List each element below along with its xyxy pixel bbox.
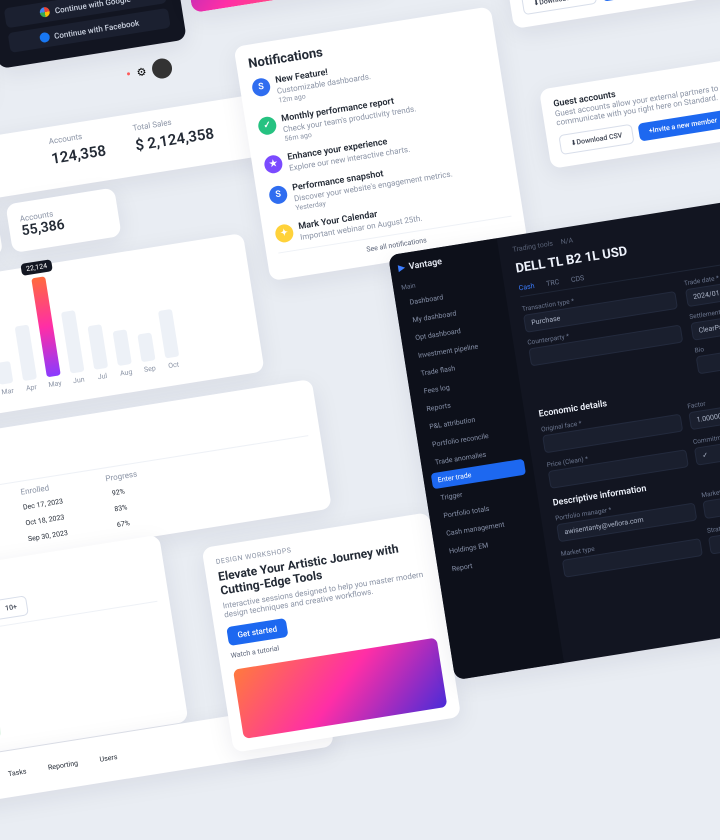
chart-bar	[113, 329, 132, 366]
tab-cash[interactable]: Cash	[518, 282, 535, 292]
chart-bar	[158, 309, 179, 359]
art-card: DESIGN WORKSHOPS Elevate Your Artistic J…	[202, 512, 462, 752]
google-icon	[39, 6, 50, 17]
chart-xlabel: Oct	[166, 360, 181, 370]
chart-xlabel: Jun	[71, 375, 86, 385]
chart-bar: 22,124	[31, 276, 60, 377]
invite-button[interactable]: + Invite a new member	[600, 0, 691, 2]
accounts-value: 124,358	[50, 141, 107, 167]
chart-bar	[61, 310, 85, 373]
alert-icon[interactable]: ●	[126, 70, 131, 79]
chart-bar	[15, 325, 37, 382]
chart-xlabel: Mar	[0, 387, 15, 397]
other-box: Accounts 55,386	[5, 187, 121, 253]
guest-card: Guest accounts Guest accounts allow your…	[539, 46, 720, 169]
avatar[interactable]	[151, 57, 174, 80]
load-box: System Load 14.4%	[0, 206, 3, 272]
chart-xlabel: Sep	[142, 364, 157, 374]
settings-card: Standard. ⚙Your settings General Members…	[491, 0, 720, 29]
chart-tooltip: 22,124	[20, 259, 53, 276]
chart-bar	[87, 324, 108, 370]
tab-reporting[interactable]: Reporting	[47, 759, 78, 772]
chart-xlabel: Apr	[24, 383, 39, 393]
tab-tasks[interactable]: Tasks	[8, 767, 27, 778]
hero-card: Symbols. The easiest way to build your o…	[171, 0, 390, 13]
tab-cds[interactable]: CDS	[570, 274, 584, 284]
art-cta[interactable]: Get started	[226, 618, 288, 646]
tab-trc[interactable]: TRC	[546, 278, 560, 288]
chart-bar	[0, 361, 13, 385]
logo-icon: ▶	[398, 263, 406, 274]
chart-xlabel: May	[48, 379, 63, 389]
download-csv-button[interactable]: ⬇ Download CSV	[558, 124, 634, 155]
gear-icon[interactable]: ⚙	[136, 65, 148, 79]
tab-users[interactable]: Users	[99, 753, 118, 764]
chart-bar	[137, 332, 155, 362]
invite-button[interactable]: + Invite a new member	[638, 110, 720, 142]
header-icons: ● ⚙	[125, 57, 174, 84]
filter-chip[interactable]: 10+	[0, 595, 29, 620]
facebook-icon	[39, 32, 50, 43]
chart-xlabel: Jul	[95, 372, 110, 382]
chart-xlabel: Aug	[119, 368, 134, 378]
download-csv-button[interactable]: ⬇ Download CSV	[521, 0, 597, 15]
